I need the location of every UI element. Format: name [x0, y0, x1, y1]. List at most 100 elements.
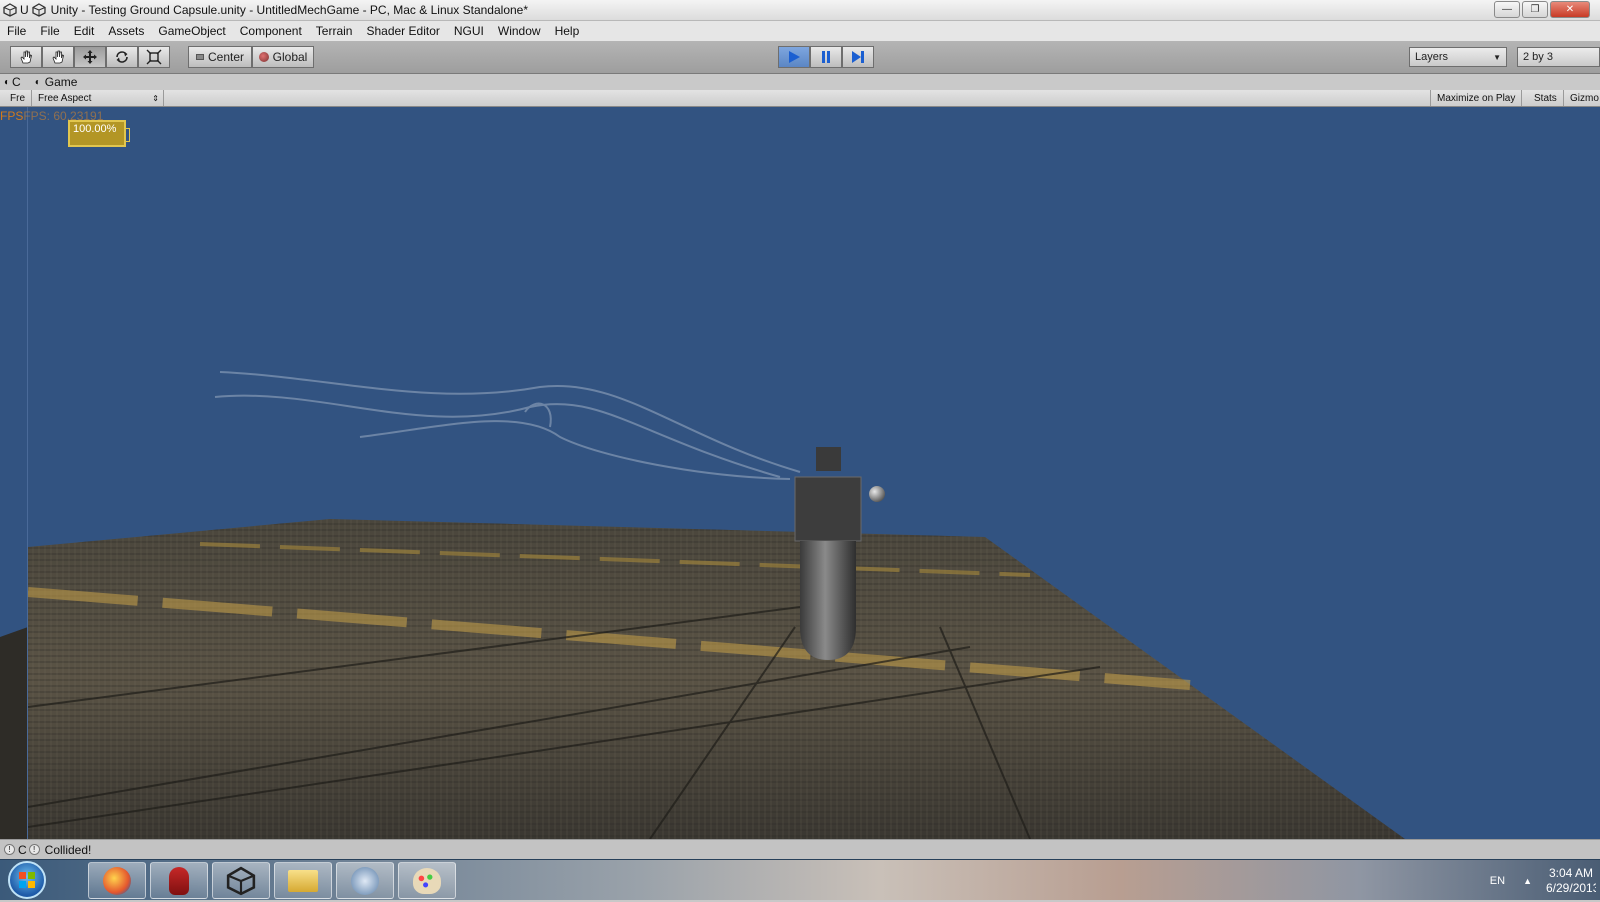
layers-dropdown[interactable]: Layers ▼: [1409, 47, 1507, 67]
pivot-center-button[interactable]: Center: [188, 46, 252, 68]
tray-expand-icon[interactable]: ▲: [1523, 876, 1532, 886]
window-title-bar: U Unity - Testing Ground Capsule.unity -…: [0, 0, 1600, 21]
clock-date: 6/29/2013: [1546, 880, 1596, 895]
center-icon: [195, 54, 204, 60]
menu-gameobject[interactable]: GameObject: [151, 24, 232, 38]
tab-left[interactable]: ◐ C: [0, 75, 25, 89]
taskbar-chat-app[interactable]: [150, 862, 208, 899]
tab-icon: ◐: [4, 76, 11, 88]
rotate-tool-button[interactable]: [106, 46, 138, 68]
menu-edit[interactable]: Edit: [67, 24, 102, 38]
taskbar-explorer[interactable]: [274, 862, 332, 899]
menu-window[interactable]: Window: [491, 24, 548, 38]
clock[interactable]: 3:04 AM 6/29/2013: [1546, 866, 1596, 896]
pivot-global-label: Global: [272, 50, 308, 64]
character-head: [816, 447, 841, 471]
taskbar-app[interactable]: [336, 862, 394, 899]
chevron-down-icon: ▼: [1493, 52, 1501, 62]
info-icon: !: [28, 844, 40, 855]
stats-toggle[interactable]: Stats: [1528, 90, 1564, 106]
windows-taskbar: EN ▲ 3:04 AM 6/29/2013: [0, 859, 1600, 900]
status-message: Collided!: [44, 842, 92, 857]
start-button[interactable]: [8, 861, 46, 899]
close-button[interactable]: ✕: [1550, 1, 1590, 18]
info-icon: !: [4, 844, 15, 855]
floor-texture: [28, 519, 1405, 839]
layout-label: 2 by 3: [1523, 51, 1553, 63]
gizmos-dropdown[interactable]: Gizmo: [1564, 90, 1600, 106]
left-panel-label: Fre: [10, 92, 25, 104]
language-indicator[interactable]: EN: [1490, 875, 1505, 887]
menu-ngui[interactable]: NGUI: [447, 24, 491, 38]
app-icon: [351, 866, 379, 895]
taskbar-paint[interactable]: [398, 862, 456, 899]
menu-file-2[interactable]: File: [33, 24, 66, 38]
menu-file-1[interactable]: File: [0, 24, 33, 38]
unity-icon: [226, 866, 256, 895]
smoke-trail: [214, 371, 801, 480]
chat-app-icon: [169, 866, 189, 895]
menu-help[interactable]: Help: [548, 24, 587, 38]
percent-label: 100.00%: [73, 123, 117, 135]
status-bar[interactable]: ! C ! Collided!: [0, 839, 1600, 859]
stats-label: Stats: [1534, 92, 1557, 104]
menu-assets[interactable]: Assets: [101, 24, 151, 38]
pivot-global-button[interactable]: Global: [252, 46, 314, 68]
pivot-toggles: Center Global: [188, 46, 314, 68]
play-button[interactable]: [778, 46, 810, 68]
playback-controls: [778, 46, 874, 68]
maximize-on-play-label: Maximize on Play: [1437, 92, 1516, 104]
hand-tool-button[interactable]: [10, 46, 42, 68]
panel-tab-bar: ◐ C ◐ Game: [0, 74, 1600, 90]
menu-terrain[interactable]: Terrain: [309, 24, 360, 38]
pivot-center-label: Center: [207, 50, 245, 64]
maximize-button[interactable]: ❐: [1522, 1, 1548, 18]
percent-indicator: 100.00%: [68, 120, 130, 147]
game-viewport[interactable]: FPSFPS: 60.23191 100.00%: [0, 107, 1600, 839]
minimize-button[interactable]: —: [1494, 1, 1520, 18]
pause-button[interactable]: [810, 46, 842, 68]
scale-tool-button[interactable]: [138, 46, 170, 68]
status-letter: C: [18, 842, 27, 857]
tab-game-label: Game: [44, 75, 78, 89]
fps-prefix: FPS: [0, 109, 24, 123]
firefox-icon: [103, 866, 131, 895]
character-capsule: [800, 541, 856, 660]
folder-icon: [288, 869, 318, 892]
layers-label: Layers: [1415, 51, 1449, 63]
taskbar-firefox[interactable]: [88, 862, 146, 899]
menu-bar: File File Edit Assets GameObject Compone…: [0, 21, 1600, 41]
paint-icon: [413, 867, 441, 894]
game-tab-icon: ◐: [34, 76, 41, 88]
step-button[interactable]: [842, 46, 874, 68]
unity-app-icon[interactable]: [2, 3, 18, 17]
window-short-title: U: [20, 3, 29, 17]
chevron-updown-icon: ⇕: [152, 93, 159, 103]
unity-logo-icon: [31, 3, 47, 17]
tab-game[interactable]: ◐ Game: [31, 75, 82, 89]
move-arrows-icon: [83, 50, 97, 64]
menu-component[interactable]: Component: [233, 24, 309, 38]
aspect-dropdown[interactable]: Free Aspect ⇕: [32, 90, 164, 106]
maximize-on-play-toggle[interactable]: Maximize on Play: [1430, 90, 1523, 106]
main-toolbar: Center Global Layers ▼ 2 by 3: [0, 41, 1600, 74]
menu-shader-editor[interactable]: Shader Editor: [359, 24, 446, 38]
taskbar-unity[interactable]: [212, 862, 270, 899]
game-scene: [0, 371, 1405, 839]
window-title: Unity - Testing Ground Capsule.unity - U…: [50, 3, 529, 17]
transform-tools: [10, 46, 170, 68]
step-icon: [852, 51, 864, 63]
scale-icon: [146, 49, 162, 65]
game-view-toolbar: Fre Free Aspect ⇕ Maximize on Play Stats…: [0, 90, 1600, 107]
hand-icon: [52, 50, 64, 64]
tab-left-label: C: [12, 75, 21, 89]
move-tool-button[interactable]: [74, 46, 106, 68]
viewport-left-strip: [0, 107, 28, 839]
play-icon: [789, 51, 800, 63]
left-panel-dropdown[interactable]: Fre: [4, 90, 32, 106]
globe-icon: [258, 52, 269, 62]
projectile-ball: [869, 486, 885, 502]
windows-logo-icon: [19, 872, 35, 888]
layout-dropdown[interactable]: 2 by 3: [1517, 47, 1600, 67]
pan-tool-button[interactable]: [42, 46, 74, 68]
